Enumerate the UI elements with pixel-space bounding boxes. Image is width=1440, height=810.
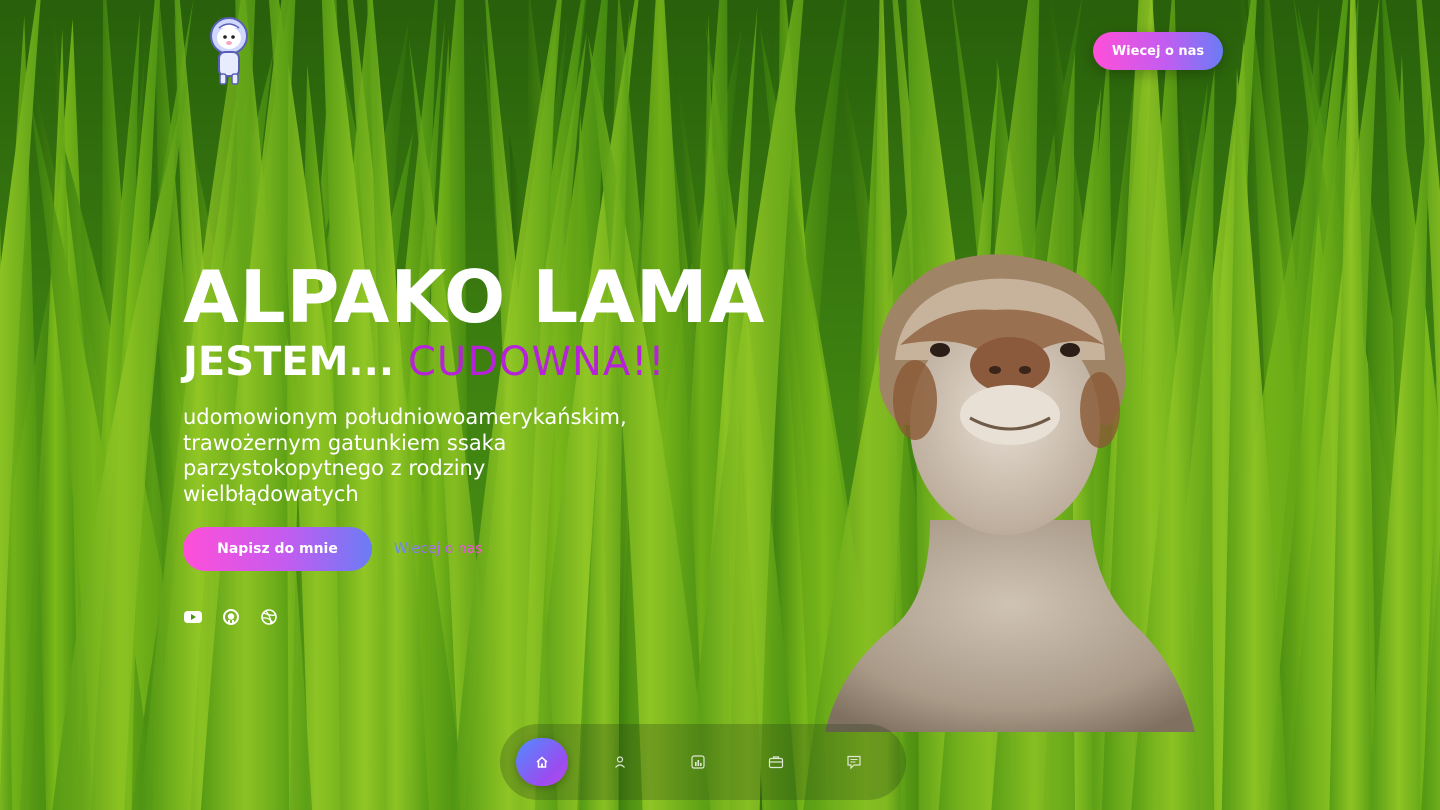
message-icon[interactable] [828, 738, 880, 786]
hero-subtitle-accent: CUDOWNA!! [407, 339, 666, 385]
header-more-about-us-button[interactable]: Wiecej o nas [1093, 32, 1223, 70]
user-icon[interactable] [594, 738, 646, 786]
youtube-icon[interactable] [183, 607, 203, 627]
stats-icon[interactable] [672, 738, 724, 786]
bottom-nav [500, 724, 906, 800]
alpaca-astronaut-logo[interactable] [205, 16, 253, 86]
hero-subtitle-prefix: JESTEM... [183, 339, 395, 385]
hero-description: udomowionym południowoamerykańskim, traw… [183, 405, 627, 506]
briefcase-icon[interactable] [750, 738, 802, 786]
alpaca-image [825, 254, 1195, 732]
social-links [183, 607, 279, 627]
hero-section: ALPAKO LAMA JESTEM... CUDOWNA!! udomowio… [183, 255, 823, 507]
hero-actions: Napisz do mnie Wiecej o nas [183, 527, 482, 571]
more-about-us-link[interactable]: Wiecej o nas [394, 541, 482, 557]
hero-title: ALPAKO LAMA [183, 255, 766, 339]
contact-me-button[interactable]: Napisz do mnie [183, 527, 372, 571]
github-icon[interactable] [221, 607, 241, 627]
hero-subtitle: JESTEM... CUDOWNA!! [183, 339, 823, 385]
dribbble-icon[interactable] [259, 607, 279, 627]
home-icon[interactable] [516, 738, 568, 786]
